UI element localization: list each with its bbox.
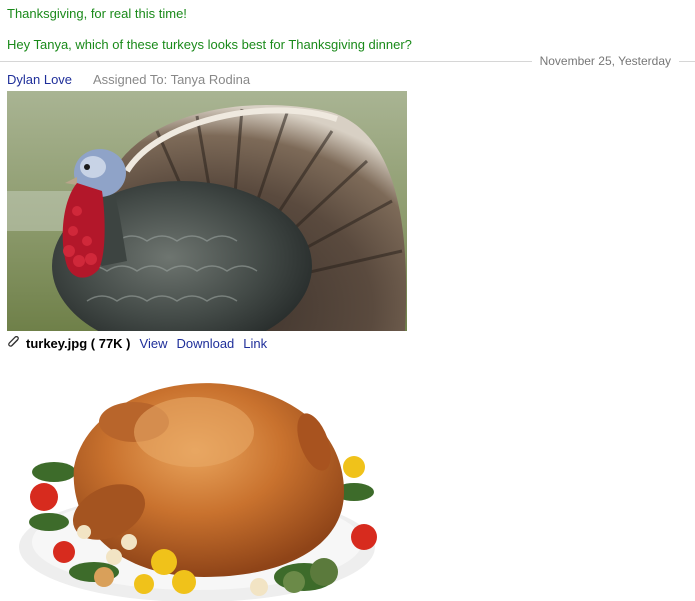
thread-subject: Thanksgiving, for real this time! xyxy=(7,6,187,21)
paperclip-icon xyxy=(8,336,19,347)
message-thread: Thanksgiving, for real this time! Hey Ta… xyxy=(0,0,695,601)
turkey-photo[interactable] xyxy=(7,91,407,331)
attachment-link-link[interactable]: Link xyxy=(243,336,267,351)
message-text: Hey Tanya, which of these turkeys looks … xyxy=(7,37,412,52)
message-date: November 25, Yesterday xyxy=(531,54,679,68)
attachment-filename: turkey.jpg ( 77K ) xyxy=(26,335,131,351)
roast-turkey-photo[interactable] xyxy=(14,372,380,601)
attachment-download-link[interactable]: Download xyxy=(176,336,234,351)
attachment-view-link[interactable]: View xyxy=(140,336,168,351)
assigned-to-label: Assigned To: Tanya Rodina xyxy=(93,72,251,87)
attachment-row: turkey.jpg ( 77K ) View Download Link xyxy=(7,335,276,351)
author-link[interactable]: Dylan Love xyxy=(7,72,72,87)
